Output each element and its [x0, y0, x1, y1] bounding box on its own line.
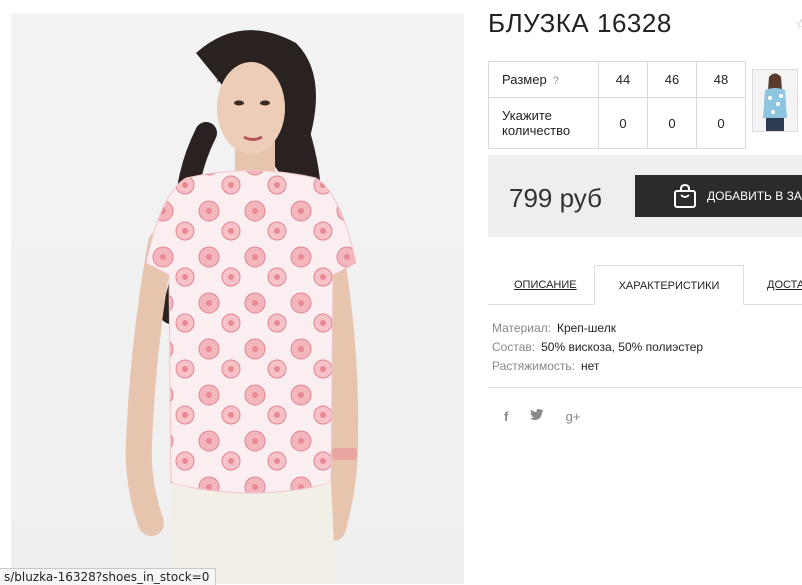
product-thumbnail[interactable]	[752, 69, 798, 132]
size-46[interactable]: 46	[647, 61, 697, 98]
size-44[interactable]: 44	[598, 61, 648, 98]
size-48[interactable]: 48	[696, 61, 746, 98]
quantity-48[interactable]: 0	[696, 97, 746, 149]
char-stretch: Растяжимость: нет	[492, 357, 703, 376]
add-to-cart-label: ДОБАВИТЬ В ЗАК	[707, 189, 802, 203]
char-material: Материал: Креп-шелк	[492, 319, 703, 338]
twitter-icon[interactable]	[529, 409, 544, 424]
product-tabs: ОПИСАНИЕ ХАРАКТЕРИСТИКИ ДОСТА	[488, 265, 802, 305]
googleplus-icon[interactable]: g+	[566, 409, 581, 424]
char-key: Материал:	[492, 321, 551, 335]
size-label-cell: Размер?	[488, 61, 599, 98]
product-title: БЛУЗКА 16328	[488, 8, 672, 38]
char-key: Состав:	[492, 340, 536, 354]
price: 799 руб	[509, 183, 602, 213]
star-icon[interactable]: ☆	[795, 16, 802, 30]
tab-delivery[interactable]: ДОСТА	[767, 265, 802, 305]
char-value: Креп-шелк	[556, 321, 616, 335]
size-table: Размер? 44 46 48 Укажите количество 0 0 …	[488, 61, 746, 149]
quantity-44[interactable]: 0	[598, 97, 648, 149]
product-photo[interactable]	[11, 13, 464, 584]
quantity-46[interactable]: 0	[647, 97, 697, 149]
tab-description[interactable]: ОПИСАНИЕ	[514, 265, 577, 305]
char-value: 50% вискоза, 50% полиэстер	[541, 340, 704, 354]
char-key: Растяжимость:	[492, 359, 576, 373]
divider	[488, 387, 802, 388]
price-box: 799 руб ДОБАВИТЬ В ЗАК	[488, 155, 802, 237]
quantity-label-line1: Укажите	[502, 108, 552, 123]
quantity-label-cell: Укажите количество	[488, 97, 599, 149]
size-label: Размер	[502, 72, 547, 87]
char-value: нет	[581, 359, 600, 373]
tab-characteristics[interactable]: ХАРАКТЕРИСТИКИ	[594, 265, 744, 305]
quantity-label-line2: количество	[502, 123, 571, 138]
add-to-cart-button[interactable]: ДОБАВИТЬ В ЗАК	[635, 175, 802, 217]
status-bar-url: s/bluzka-16328?shoes_in_stock=0	[0, 568, 217, 585]
shopping-bag-icon	[674, 183, 696, 208]
facebook-icon[interactable]: f	[504, 409, 508, 424]
help-icon[interactable]: ?	[553, 75, 559, 87]
social-share: f g+	[504, 409, 598, 424]
char-composition: Состав: 50% вискоза, 50% полиэстер	[492, 338, 703, 357]
characteristics-list: Материал: Креп-шелк Состав: 50% вискоза, 5…	[492, 319, 703, 376]
